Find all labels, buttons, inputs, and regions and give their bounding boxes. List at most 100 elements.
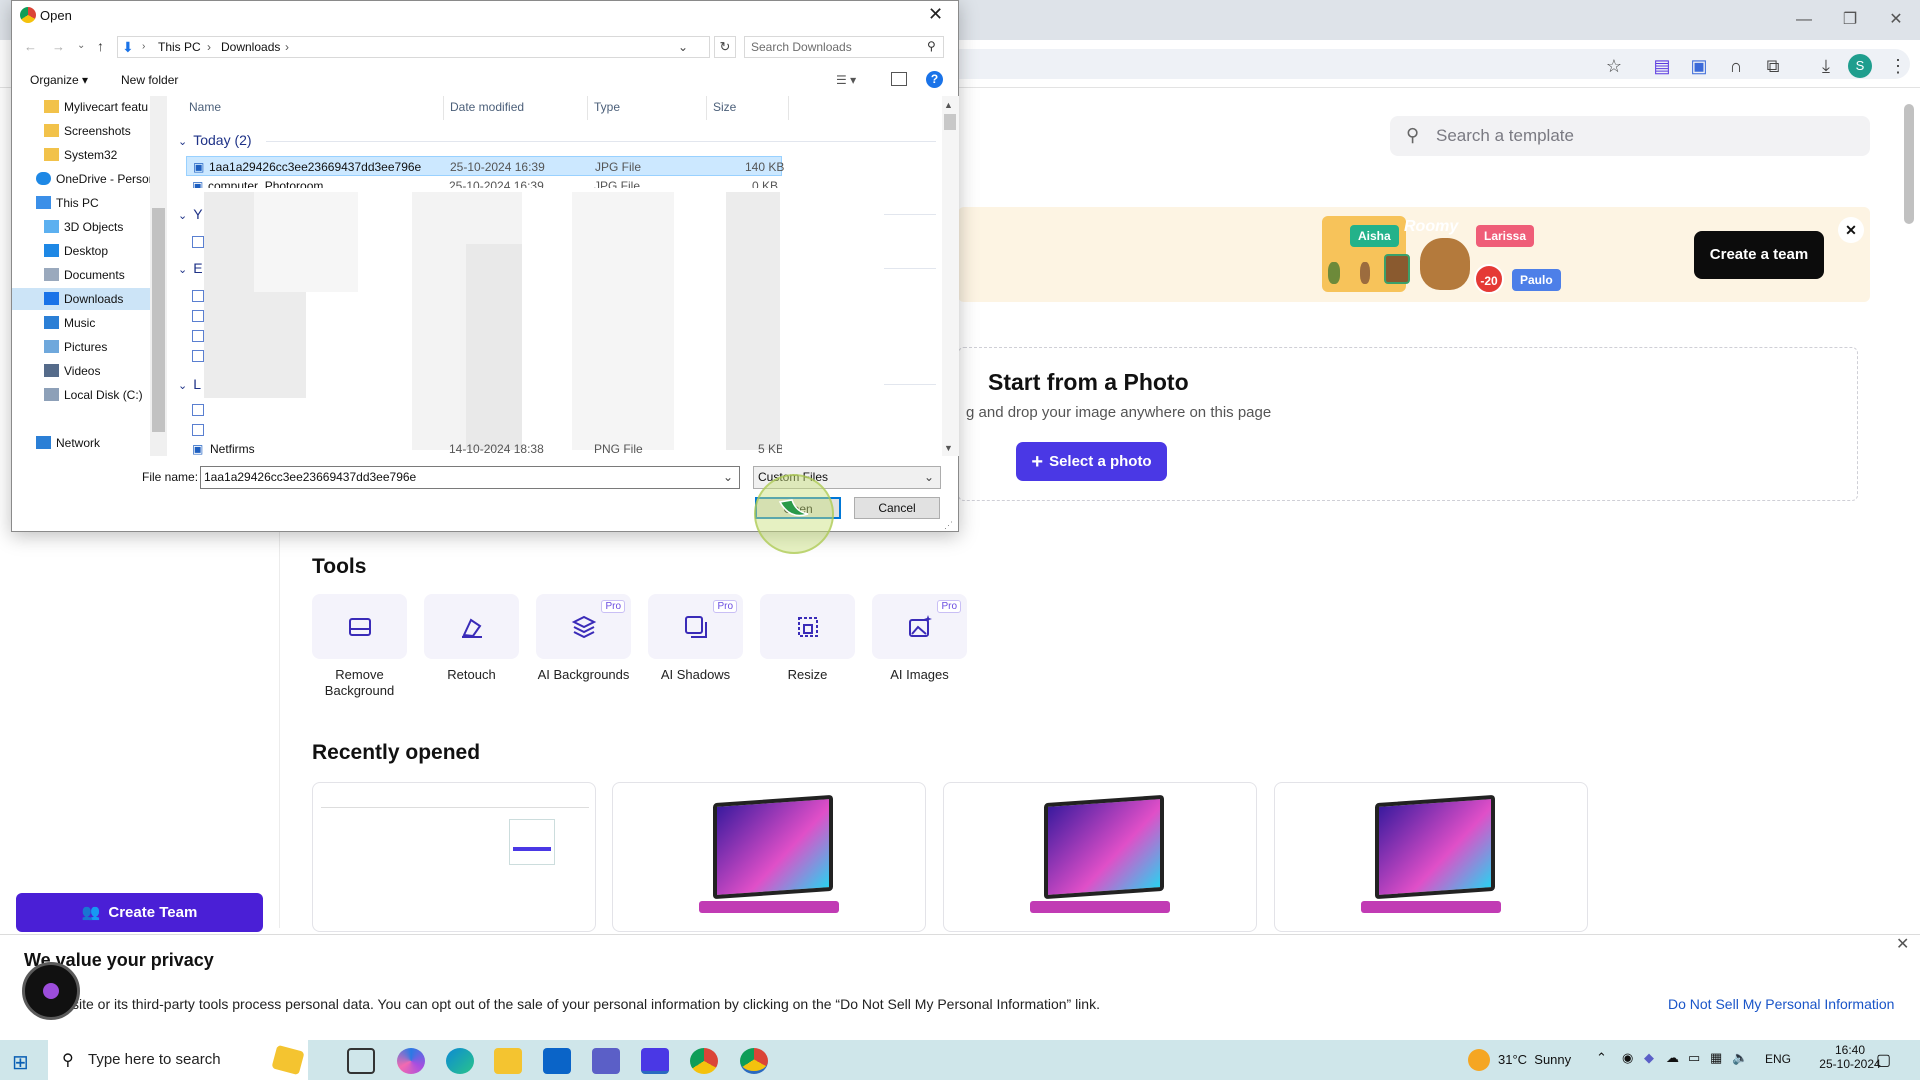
taskbar-search-input[interactable]: Type here to search ⚲ bbox=[48, 1040, 308, 1080]
network-tray-icon[interactable]: ▦ bbox=[1710, 1050, 1722, 1066]
extensions-puzzle-icon[interactable]: ⧉ bbox=[1759, 52, 1787, 80]
nav-item-network[interactable]: Network bbox=[12, 432, 158, 454]
recent-card-computer[interactable] bbox=[612, 782, 926, 932]
window-close-icon[interactable]: ✕ bbox=[1874, 8, 1918, 32]
group-header[interactable]: ⌄ L bbox=[178, 376, 201, 392]
tray-chevron-icon[interactable]: ⌃ bbox=[1596, 1050, 1607, 1066]
recent-card-computer[interactable] bbox=[943, 782, 1257, 932]
notification-icon[interactable]: ▢ bbox=[1876, 1050, 1891, 1070]
template-search-input[interactable]: ⚲ Search a template bbox=[1390, 116, 1870, 156]
resize-grip-icon[interactable]: ⋰ bbox=[944, 520, 953, 531]
nav-item[interactable]: Local Disk (C:) bbox=[12, 384, 158, 406]
tray-cloud-icon[interactable]: ☁ bbox=[1666, 1050, 1679, 1066]
recent-locations-chevron-icon[interactable]: ⌄ bbox=[77, 40, 85, 51]
language-indicator[interactable]: ENG bbox=[1765, 1052, 1791, 1066]
file-explorer-icon[interactable] bbox=[494, 1048, 522, 1074]
page-scrollbar[interactable] bbox=[1904, 104, 1914, 224]
copilot-icon[interactable] bbox=[397, 1048, 425, 1074]
select-photo-button[interactable]: + Select a photo bbox=[1016, 442, 1167, 481]
group-header-today[interactable]: ⌄ Today (2) bbox=[178, 132, 252, 148]
nav-item-this-pc[interactable]: This PC bbox=[12, 192, 158, 214]
weather-widget[interactable]: 31°C Sunny bbox=[1498, 1052, 1571, 1067]
dialog-search-input[interactable]: Search Downloads ⚲ bbox=[744, 36, 944, 58]
nav-item[interactable]: Documents bbox=[12, 264, 158, 286]
up-arrow-icon[interactable]: ↑ bbox=[97, 38, 104, 54]
nav-item[interactable]: Desktop bbox=[12, 240, 158, 262]
file-name-input[interactable]: 1aa1a29426cc3ee23669437dd3ee796e ⌄ bbox=[200, 466, 740, 489]
assistant-orb-icon[interactable] bbox=[22, 962, 80, 1020]
column-type[interactable]: Type bbox=[594, 100, 620, 114]
tray-device-icon[interactable]: ▭ bbox=[1688, 1050, 1700, 1066]
chevron-down-icon[interactable]: ⌄ bbox=[678, 40, 688, 54]
file-scroll-thumb[interactable] bbox=[944, 114, 956, 130]
tool-resize[interactable]: Resize bbox=[760, 594, 855, 683]
teams-icon[interactable] bbox=[592, 1048, 620, 1074]
breadcrumb-address-bar[interactable]: ⬇ › This PC › Downloads › ⌄ bbox=[117, 36, 710, 58]
nav-item[interactable]: 3D Objects bbox=[12, 216, 158, 238]
task-view-icon[interactable] bbox=[347, 1048, 375, 1074]
tool-ai-backgrounds[interactable]: Pro AI Backgrounds bbox=[536, 594, 631, 683]
close-icon[interactable]: ✕ bbox=[1838, 217, 1864, 243]
organize-menu[interactable]: Organize ▾ bbox=[30, 73, 88, 87]
new-folder-button[interactable]: New folder bbox=[121, 73, 178, 87]
group-header[interactable]: ⌄ E bbox=[178, 260, 203, 276]
file-row-selected[interactable]: ▣ 1aa1a29426cc3ee23669437dd3ee796e 25-10… bbox=[186, 156, 784, 176]
recent-card-computer[interactable] bbox=[1274, 782, 1588, 932]
file-row[interactable]: ▣ computer_Photoroom 25-10-2024 16:39 JP… bbox=[186, 176, 782, 188]
forward-arrow-icon[interactable]: → bbox=[52, 39, 65, 54]
extension-doc-icon[interactable]: ▣ bbox=[1685, 52, 1713, 80]
privacy-close-icon[interactable]: ✕ bbox=[1896, 934, 1909, 954]
tool-retouch[interactable]: Retouch bbox=[424, 594, 519, 683]
breadcrumb-downloads[interactable]: Downloads bbox=[221, 40, 280, 54]
tool-ai-images[interactable]: Pro AI Images bbox=[872, 594, 967, 683]
do-not-sell-link[interactable]: Do Not Sell My Personal Information bbox=[1668, 996, 1894, 1012]
nav-item-onedrive[interactable]: OneDrive - Persor bbox=[12, 168, 158, 190]
nav-item[interactable]: Pictures bbox=[12, 336, 158, 358]
profile-avatar-icon[interactable]: S bbox=[1848, 54, 1872, 78]
create-team-sidebar-button[interactable]: 👥 Create Team bbox=[16, 893, 263, 932]
help-icon[interactable]: ? bbox=[926, 71, 943, 88]
chevron-down-icon[interactable]: ⌄ bbox=[723, 467, 733, 488]
nav-item[interactable]: Screenshots bbox=[12, 120, 158, 142]
menu-kebab-icon[interactable]: ⋮ bbox=[1884, 52, 1912, 80]
nav-item-downloads[interactable]: Downloads bbox=[12, 288, 158, 310]
create-team-button[interactable]: Create a team bbox=[1694, 231, 1824, 279]
nav-item[interactable]: Videos bbox=[12, 360, 158, 382]
chrome-icon[interactable] bbox=[690, 1048, 718, 1074]
nav-item[interactable]: Music bbox=[12, 312, 158, 334]
minimize-icon[interactable]: — bbox=[1782, 8, 1826, 32]
edge-icon[interactable] bbox=[446, 1048, 474, 1074]
tool-ai-shadows[interactable]: Pro AI Shadows bbox=[648, 594, 743, 683]
back-arrow-icon[interactable]: ← bbox=[24, 39, 37, 54]
cancel-button[interactable]: Cancel bbox=[854, 497, 940, 519]
scroll-up-icon[interactable]: ▲ bbox=[944, 100, 953, 110]
nav-item[interactable]: Mylivecart featu bbox=[12, 96, 158, 118]
breadcrumb-this-pc[interactable]: This PC bbox=[158, 40, 201, 54]
view-options-icon[interactable]: ☰ ▾ bbox=[836, 73, 856, 87]
recent-card-screenshot[interactable] bbox=[312, 782, 596, 932]
nav-item[interactable]: System32 bbox=[12, 144, 158, 166]
tray-record-icon[interactable]: ◉ bbox=[1622, 1050, 1633, 1066]
restore-icon[interactable]: ❐ bbox=[1828, 8, 1872, 32]
column-name[interactable]: Name bbox=[189, 100, 221, 114]
file-row[interactable]: ▣ Netfirms 14-10-2024 18:38 PNG File 5 K… bbox=[186, 444, 782, 456]
mail-icon[interactable] bbox=[543, 1048, 571, 1074]
scroll-down-icon[interactable]: ▼ bbox=[944, 443, 953, 453]
download-icon[interactable]: ⤓ bbox=[1812, 52, 1840, 80]
address-bar[interactable] bbox=[860, 49, 1910, 79]
tray-teams-icon[interactable]: ◆ bbox=[1644, 1050, 1654, 1066]
chrome-active-icon[interactable] bbox=[740, 1048, 768, 1074]
close-icon[interactable]: ✕ bbox=[928, 4, 943, 25]
column-size[interactable]: Size bbox=[713, 100, 736, 114]
extension-planner-icon[interactable]: ▤ bbox=[1648, 52, 1676, 80]
bookmark-star-icon[interactable]: ☆ bbox=[1600, 52, 1628, 80]
preview-pane-icon[interactable] bbox=[891, 72, 907, 86]
windows-start-icon[interactable]: ⊞ bbox=[12, 1050, 29, 1075]
tool-remove-background[interactable]: Remove Background bbox=[312, 594, 407, 699]
nav-scroll-thumb[interactable] bbox=[152, 208, 165, 432]
column-date-modified[interactable]: Date modified bbox=[450, 100, 524, 114]
extension-arc-icon[interactable]: ∩ bbox=[1722, 52, 1750, 80]
file-list-scrollbar[interactable] bbox=[942, 96, 959, 456]
volume-icon[interactable]: 🔈 bbox=[1732, 1050, 1748, 1066]
planner-app-icon[interactable] bbox=[641, 1048, 669, 1074]
